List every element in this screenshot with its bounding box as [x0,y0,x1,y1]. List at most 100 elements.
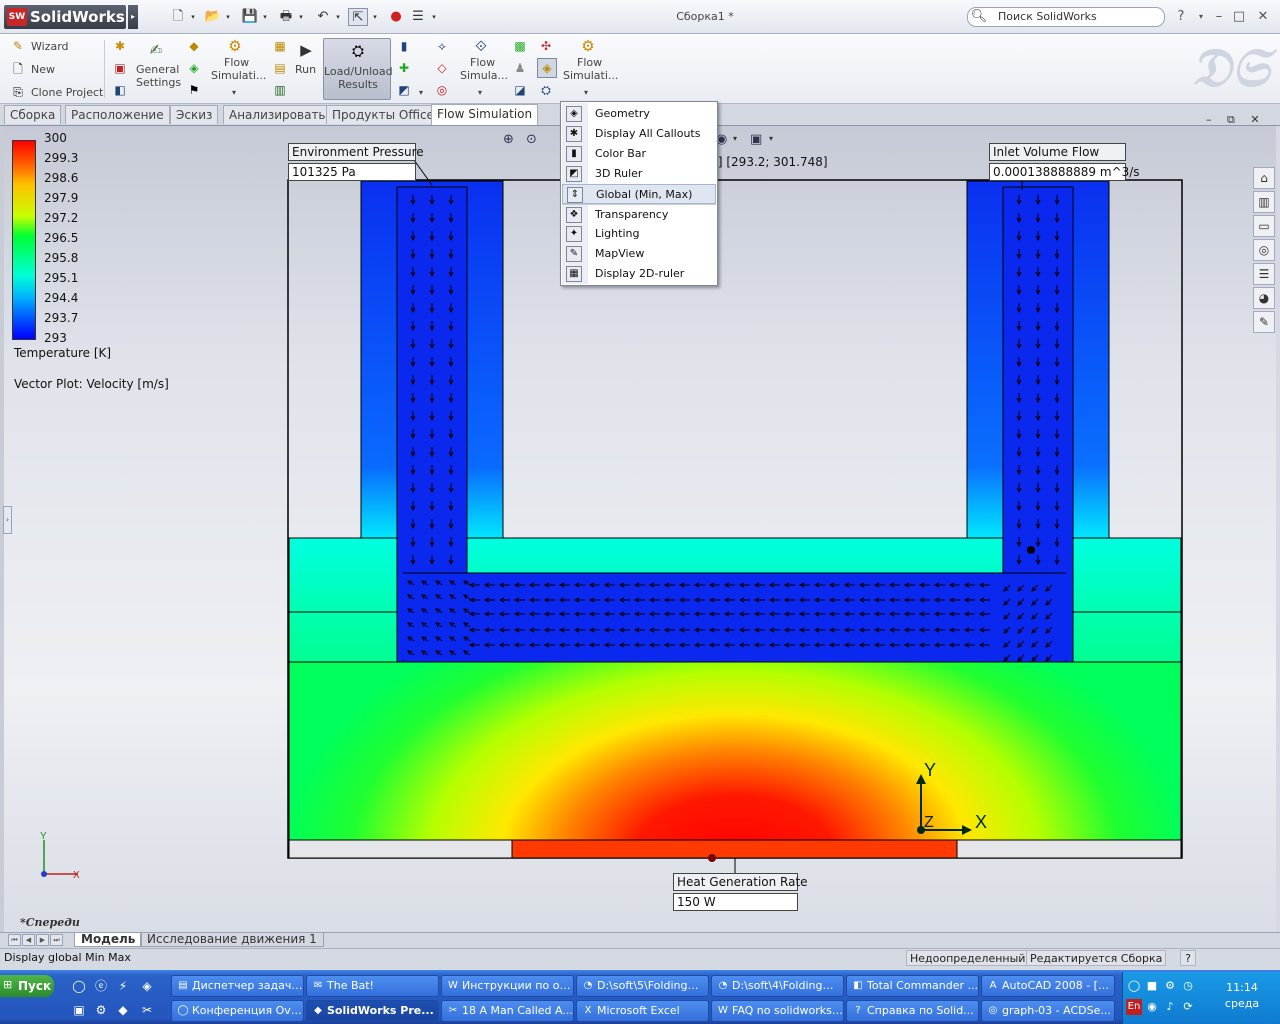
options-list-icon[interactable]: ☰ [408,8,428,26]
general-settings-label-1[interactable]: General [136,63,179,76]
chevron-down-icon[interactable]: ▾ [733,134,741,143]
scene-icon[interactable]: ▣ [750,132,768,150]
prev-tab-nav-icon[interactable]: ◀ [22,934,35,946]
taskbar-item[interactable]: ◎ graph-03 - ACDSe... [981,1000,1115,1022]
file-explorer-icon[interactable]: ▭ [1253,215,1275,237]
flow-simulation-label-b[interactable]: Simulati... [211,69,266,82]
menu-arrow[interactable]: ▸ [128,5,138,29]
flow-simulation-label-a[interactable]: Flow [224,56,249,69]
solidworks-logo[interactable]: SW SolidWorks [4,5,126,29]
menu-item-display-2d-ruler[interactable]: ▦ Display 2D-ruler [562,264,716,284]
goals-icon[interactable]: ✱ [112,38,128,54]
menu-item-lighting[interactable]: ✦ Lighting [562,224,716,244]
first-tab-nav-icon[interactable]: ⏮ [8,934,21,946]
taskbar-item[interactable]: ◔ D:\soft\5\Folding@... [576,975,709,997]
chevron-down-icon[interactable]: ▾ [419,86,423,99]
search-input[interactable]: Поиск SolidWorks [967,7,1165,27]
checkered-flag-icon[interactable]: ⚑ [186,82,202,98]
taskbar-item[interactable]: ◧ Total Commander ... [846,975,979,997]
tray-update-icon[interactable]: ⟳ [1180,999,1196,1015]
chevron-down-icon[interactable]: ▾ [334,8,342,26]
tab-motion-study[interactable]: Исследование движения 1 [140,933,324,947]
taskbar-item[interactable]: A AutoCAD 2008 - [Ч... [981,975,1115,997]
taskbar-item[interactable]: ◔ D:\soft\4\Folding@... [711,975,844,997]
next-tab-nav-icon[interactable]: ▶ [36,934,49,946]
results-summary-icon[interactable]: ⛭ [538,82,554,98]
boundary-condition-icon[interactable]: ▣ [112,60,128,76]
clone-project-button[interactable]: Clone Project [31,86,103,99]
flow-simulation-label-3a[interactable]: Flow [577,56,602,69]
tray-app-icon[interactable]: ⚙ [1162,978,1178,994]
help-icon[interactable]: ? [1172,8,1190,26]
taskbar-item-active[interactable]: ◆ SolidWorks Pre... [306,1000,439,1022]
save-disk-icon[interactable]: ▣ [70,1001,88,1019]
wizard-button[interactable]: Wizard [31,40,69,53]
chevron-down-icon[interactable]: ▾ [232,86,236,99]
chevron-down-icon[interactable]: ▾ [478,86,482,99]
mesh-icon[interactable]: ▦ [272,38,288,54]
minimize-icon[interactable]: – [1210,8,1228,26]
insert-source-icon[interactable]: ◈ [186,60,202,76]
design-library-icon[interactable]: ▥ [1253,191,1275,213]
chevron-down-icon[interactable]: ▾ [584,86,588,99]
zoom-to-fit-icon[interactable]: ⊕ [503,132,521,150]
chevron-down-icon[interactable]: ▾ [371,8,379,26]
xy-plot-icon[interactable]: ◪ [512,82,528,98]
insert-fan-icon[interactable]: ◆ [186,38,202,54]
menu-item-display-all-callouts[interactable]: ✱ Display All Callouts [562,124,716,144]
save-icon[interactable]: 💾 [240,8,260,26]
tools-icon[interactable]: ✂ [138,1001,156,1019]
home-icon[interactable]: ⌂ [1253,167,1275,189]
chevron-down-icon[interactable]: ▾ [430,8,438,26]
last-tab-nav-icon[interactable]: ⏭ [50,934,63,946]
taskbar-item[interactable]: ? Справка по Solid... [846,1000,979,1022]
tab-layout[interactable]: Расположение [65,105,170,124]
ie-icon[interactable]: ⓔ [92,977,110,995]
flow-simulation-label-2a[interactable]: Flow [470,56,495,69]
new-document-icon[interactable]: 🗋 [168,8,188,26]
cut-plot-icon[interactable]: ▮ [396,38,412,54]
solidworks-launch-icon[interactable]: ◆ [114,1001,132,1019]
load-unload-results-button[interactable]: ⛭ Load/Unload Results [323,38,393,100]
point-parameters-icon[interactable]: ◎ [434,82,450,98]
chevron-down-icon[interactable]: ▾ [297,8,305,26]
flow-trajectories-icon[interactable]: ⟡ [434,38,450,54]
new-button[interactable]: New [31,63,55,76]
menu-item-geometry[interactable]: ◈ Geometry [562,104,716,124]
menu-item-mapview[interactable]: ✎ MapView [562,244,716,264]
side-panel-grip[interactable]: › [3,506,12,534]
goal-plot-icon[interactable]: ♟ [512,60,528,76]
report-icon[interactable]: ✣ [538,38,554,54]
display-options-icon[interactable]: ◈ [537,58,557,78]
tab-sketch[interactable]: Эскиз [170,105,219,124]
isosurface-icon[interactable]: ◩ [396,82,412,98]
viewport-window-controls[interactable]: – ⧉ ✕ [1206,113,1274,127]
chevron-down-icon[interactable]: ▾ [189,8,197,26]
chevron-down-icon[interactable]: ▾ [261,8,269,26]
create-mesh-icon[interactable]: ▤ [272,60,288,76]
tab-assembly[interactable]: Сборка [4,105,62,124]
zoom-area-icon[interactable]: ⊙ [526,132,544,150]
run-button[interactable]: Run [295,63,316,76]
tab-model[interactable]: Модель [74,933,143,947]
rebuild-traffic-light-icon[interactable]: ● [386,8,406,26]
general-settings-label-2[interactable]: Settings [136,76,181,89]
appearances-icon[interactable]: ◕ [1253,287,1275,309]
app-launch-icon[interactable]: ⚡ [114,977,132,995]
taskbar-clock[interactable]: 11:14 среда [1212,980,1272,1012]
taskbar-item[interactable]: W Инструкции по об... [441,975,574,997]
taskbar-item[interactable]: ◯ Конференция Ove... [171,1000,304,1022]
taskbar-item[interactable]: X Microsoft Excel [576,1000,709,1022]
tray-network-icon[interactable]: ◉ [1144,999,1160,1015]
network-icon[interactable]: ⚙ [92,1001,110,1019]
menu-item-global-min-max[interactable]: ⇕ Global (Min, Max) [562,184,716,204]
taskbar-item[interactable]: ✂ 18 A Man Called A... [441,1000,574,1022]
view-palette-icon[interactable]: ☰ [1253,263,1275,285]
opera-tray-icon[interactable]: ◯ [1126,978,1142,994]
tab-analyze[interactable]: Анализировать [223,105,332,124]
close-icon[interactable]: ✕ [1254,8,1272,26]
taskbar-item[interactable]: ✉ The Bat! [306,975,439,997]
search-results-icon[interactable]: ◎ [1253,239,1275,261]
quicklaunch-icon[interactable]: ◈ [138,977,156,995]
menu-item-3d-ruler[interactable]: ◩ 3D Ruler [562,164,716,184]
